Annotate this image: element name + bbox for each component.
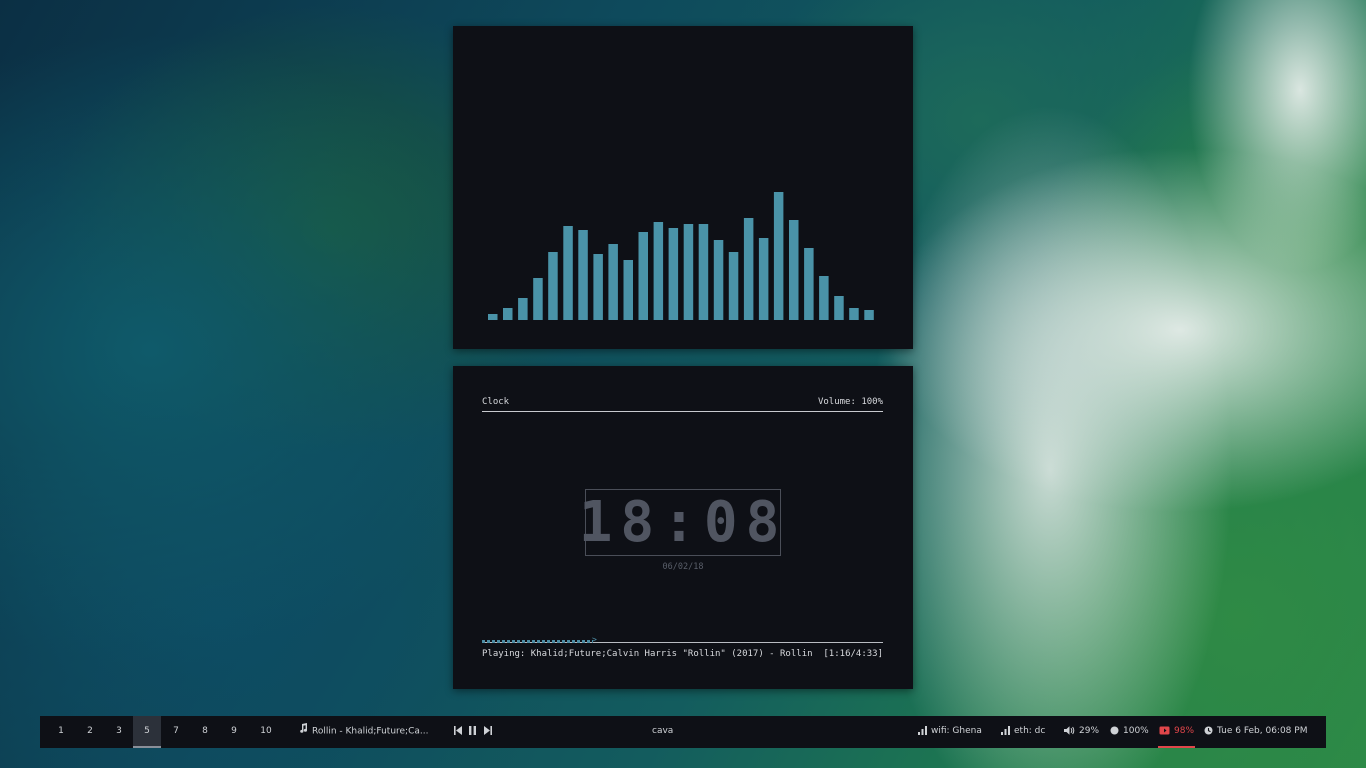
spectrum-bar xyxy=(849,308,859,320)
clock-time: 18:08 xyxy=(578,489,788,555)
pause-button[interactable] xyxy=(469,716,480,748)
spectrum-bar xyxy=(548,252,558,320)
spectrum-bar xyxy=(653,222,664,320)
spectrum-bar xyxy=(668,228,679,320)
spectrum-bar xyxy=(683,224,694,320)
clock-date: 06/02/18 xyxy=(662,562,704,572)
progress-head: > xyxy=(592,635,597,644)
next-track-button[interactable] xyxy=(484,716,496,748)
screen-title: Clock xyxy=(482,397,510,407)
cava-spectrum xyxy=(488,192,874,320)
cava-window[interactable] xyxy=(453,26,913,349)
spectrum-bar xyxy=(743,218,754,320)
spectrum-bar xyxy=(488,314,498,320)
spectrum-bar xyxy=(593,254,603,320)
skip-back-icon xyxy=(454,726,462,735)
workspace-9[interactable]: 9 xyxy=(220,716,248,748)
workspace-3[interactable]: 3 xyxy=(105,716,133,748)
spectrum-bar xyxy=(864,310,874,320)
spectrum-bar xyxy=(503,308,513,320)
battery-module[interactable]: 98% xyxy=(1158,716,1196,748)
battery-icon xyxy=(1159,726,1170,735)
ncmpcpp-window[interactable]: Clock Volume: 100% 18:08 06/02/18 > Play… xyxy=(453,366,913,689)
volume-indicator: Volume: 100% xyxy=(817,397,883,407)
wifi-label: wifi: Ghena xyxy=(931,726,982,736)
workspace-10[interactable]: 10 xyxy=(249,716,283,748)
status-bar: 1 2 3 5 7 8 9 10 Rollin - Khalid;Future;Ca... c… xyxy=(40,716,1326,748)
playback-progress[interactable]: > xyxy=(482,635,883,645)
workspace-8[interactable]: 8 xyxy=(191,716,219,748)
spectrum-bar xyxy=(804,248,814,320)
pause-icon xyxy=(469,726,476,735)
now-playing-label: Rollin - Khalid;Future;Ca... xyxy=(312,726,429,737)
spectrum-bar xyxy=(698,224,709,320)
brightness-icon xyxy=(1110,726,1119,735)
now-playing-status: Playing: Khalid;Future;Calvin Harris "Ro… xyxy=(482,649,813,659)
spectrum-bar xyxy=(638,232,648,320)
spectrum-bar xyxy=(834,296,844,320)
wifi-module[interactable]: wifi: Ghena xyxy=(918,716,982,748)
spectrum-bar xyxy=(713,240,724,320)
clock-frame: 18:08 xyxy=(578,489,788,556)
spectrum-bar xyxy=(758,238,769,320)
workspace-1[interactable]: 1 xyxy=(47,716,75,748)
workspace-2[interactable]: 2 xyxy=(76,716,104,748)
spectrum-bar xyxy=(789,220,799,320)
header-divider xyxy=(482,411,883,412)
skip-forward-icon xyxy=(484,726,492,735)
spectrum-bar xyxy=(819,276,829,320)
previous-track-button[interactable] xyxy=(454,716,466,748)
battery-label: 98% xyxy=(1174,726,1195,736)
spectrum-bar xyxy=(773,192,784,320)
mpd-module[interactable]: Rollin - Khalid;Future;Ca... xyxy=(299,716,428,748)
progress-fill xyxy=(482,640,593,643)
workspace-5[interactable]: 5 xyxy=(133,716,161,748)
spectrum-bar xyxy=(563,226,573,320)
volume-label: 29% xyxy=(1079,726,1100,736)
ethernet-label: eth: dc xyxy=(1014,726,1046,736)
ethernet-module[interactable]: eth: dc xyxy=(1001,716,1045,748)
spectrum-bar xyxy=(623,260,633,320)
window-title: cava xyxy=(652,726,674,736)
spectrum-bar xyxy=(533,278,543,320)
spectrum-bar xyxy=(578,230,588,320)
workspace-7[interactable]: 7 xyxy=(162,716,190,748)
volume-module[interactable]: 29% xyxy=(1064,716,1099,748)
spectrum-bar xyxy=(518,298,528,320)
brightness-label: 100% xyxy=(1123,726,1149,736)
spectrum-bar xyxy=(728,252,739,320)
clock-module[interactable]: Tue 6 Feb, 06:08 PM xyxy=(1204,716,1307,748)
music-note-icon xyxy=(299,716,308,746)
clock-icon xyxy=(1204,726,1213,735)
ethernet-bars-icon xyxy=(1001,726,1010,735)
spectrum-bar xyxy=(608,244,618,320)
signal-bars-icon xyxy=(918,726,927,735)
speaker-icon xyxy=(1064,726,1075,735)
playback-time: [1:16/4:33] xyxy=(823,649,883,659)
brightness-module[interactable]: 100% xyxy=(1110,716,1149,748)
datetime-label: Tue 6 Feb, 06:08 PM xyxy=(1217,726,1308,736)
